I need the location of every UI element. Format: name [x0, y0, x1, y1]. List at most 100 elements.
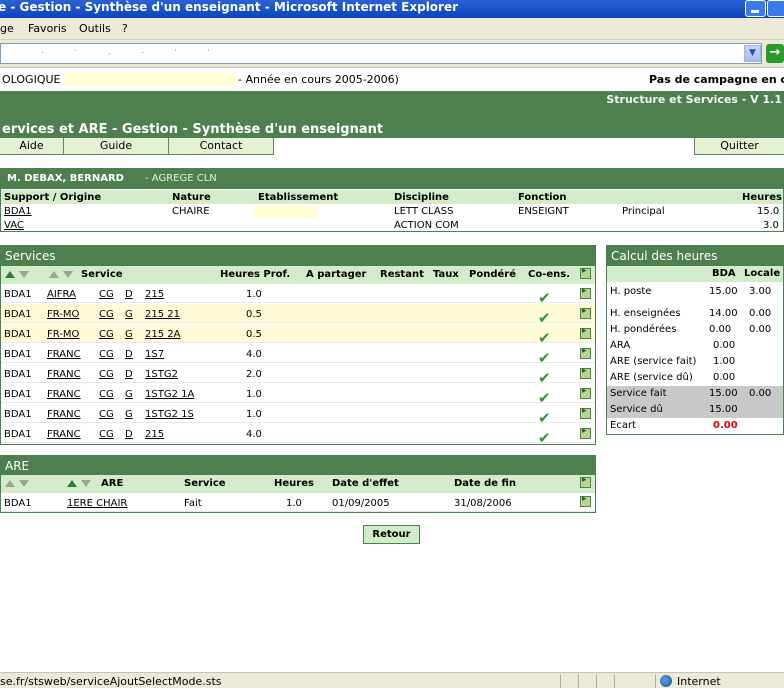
- retour-button[interactable]: Retour: [363, 525, 420, 544]
- service-group-link[interactable]: CG: [99, 369, 114, 380]
- calc-locale: 0.00: [749, 388, 772, 399]
- edit-service-icon[interactable]: [580, 306, 591, 319]
- calc-row: ARE (service fait) 1.00: [607, 354, 783, 370]
- service-class-link[interactable]: 215 2A: [145, 329, 180, 340]
- teacher-table-header: Support / Origine Nature Etablissement D…: [1, 190, 783, 204]
- service-code-link[interactable]: FRANC: [47, 349, 81, 360]
- status-zone: Internet: [677, 675, 721, 688]
- app-version: Structure et Services - V 1.1: [606, 93, 782, 106]
- edit-service-icon[interactable]: [580, 366, 591, 379]
- service-bda: BDA1: [4, 369, 32, 380]
- address-input[interactable]: .·ˏ.·· ▼: [0, 43, 762, 64]
- sort-desc-icon[interactable]: [81, 480, 91, 487]
- maximize-button[interactable]: [767, 0, 784, 17]
- edit-service-icon[interactable]: [580, 286, 591, 299]
- service-group-link[interactable]: CG: [99, 349, 114, 360]
- teacher-grade: - AGREGE CLN: [145, 173, 217, 184]
- teacher-support-link-vac[interactable]: VAC: [4, 220, 24, 231]
- service-code-link[interactable]: AIFRA: [47, 289, 76, 300]
- menu-help[interactable]: ?: [122, 22, 128, 35]
- service-class-link[interactable]: 1STG2: [145, 369, 178, 380]
- service-type-link[interactable]: G: [125, 309, 133, 320]
- service-row: BDA1 AIFRA CG D 215 1.0 ✔: [1, 284, 595, 307]
- col-discipline: Discipline: [394, 192, 449, 203]
- service-group-link[interactable]: CG: [99, 329, 114, 340]
- service-bda: BDA1: [4, 329, 32, 340]
- service-row: BDA1 FR-MO CG G 215 21 0.5 ✔: [1, 304, 595, 327]
- sort-asc-icon[interactable]: [5, 271, 15, 278]
- service-type-link[interactable]: D: [125, 349, 133, 360]
- service-group-link[interactable]: CG: [99, 389, 114, 400]
- service-class-link[interactable]: 215: [145, 289, 164, 300]
- service-group-link[interactable]: CG: [99, 289, 114, 300]
- nav-contact[interactable]: Contact: [168, 138, 274, 155]
- edit-service-icon[interactable]: [580, 386, 591, 399]
- nav-guide[interactable]: Guide: [63, 138, 169, 155]
- service-type-link[interactable]: D: [125, 289, 133, 300]
- are-title: ARE: [1, 456, 595, 476]
- menu-affichage[interactable]: ge: [0, 22, 14, 35]
- window-title: e - Gestion - Synthèse d'un enseignant -…: [0, 0, 459, 14]
- edit-service-icon[interactable]: [580, 406, 591, 419]
- service-type-link[interactable]: G: [125, 409, 133, 420]
- sort-desc-icon[interactable]: [19, 271, 29, 278]
- calc-row: H. enseignées 14.00 0.00: [607, 306, 783, 322]
- address-dropdown-button[interactable]: ▼: [744, 45, 761, 62]
- add-are-icon[interactable]: [580, 475, 591, 488]
- teacher-support-link[interactable]: BDA1: [4, 206, 32, 217]
- calc-header: BDA Locale: [607, 266, 783, 282]
- nav-aide[interactable]: Aide: [0, 138, 64, 155]
- edit-are-icon[interactable]: [580, 494, 591, 507]
- service-type-link[interactable]: G: [125, 389, 133, 400]
- service-group-link[interactable]: CG: [99, 429, 114, 440]
- app-header: Structure et Services - V 1.1 ervices et…: [0, 91, 784, 138]
- service-class-link[interactable]: 1STG2 1S: [145, 409, 194, 420]
- sort-desc-icon[interactable]: [19, 480, 29, 487]
- service-code-link[interactable]: FR-MO: [47, 329, 79, 340]
- service-code-link[interactable]: FRANC: [47, 369, 81, 380]
- are-service: Fait: [184, 498, 202, 509]
- menu-favoris[interactable]: Favoris: [28, 22, 67, 35]
- service-group-link[interactable]: CG: [99, 409, 114, 420]
- service-code-link[interactable]: FRANC: [47, 389, 81, 400]
- service-code-link[interactable]: FRANC: [47, 409, 81, 420]
- edit-service-icon[interactable]: [580, 426, 591, 439]
- edit-service-icon[interactable]: [580, 346, 591, 359]
- minimize-button[interactable]: [745, 0, 766, 17]
- service-bda: BDA1: [4, 349, 32, 360]
- service-type-link[interactable]: D: [125, 369, 133, 380]
- service-class-link[interactable]: 1S7: [145, 349, 164, 360]
- service-code-link[interactable]: FRANC: [47, 429, 81, 440]
- sort-asc-icon[interactable]: [49, 271, 59, 278]
- service-row: BDA1 FR-MO CG G 215 2A 0.5 ✔: [1, 324, 595, 347]
- services-title: Services: [1, 246, 595, 266]
- service-class-link[interactable]: 1STG2 1A: [145, 389, 194, 400]
- calc-title: Calcul des heures: [607, 246, 783, 266]
- col-co-ens: Co-ens.: [528, 269, 571, 280]
- service-group-link[interactable]: CG: [99, 309, 114, 320]
- sort-asc-icon[interactable]: [5, 480, 15, 487]
- service-type-link[interactable]: D: [125, 429, 133, 440]
- sort-asc-icon[interactable]: [67, 480, 77, 487]
- service-type-link[interactable]: G: [125, 329, 133, 340]
- are-link[interactable]: 1ERE CHAIR: [67, 498, 127, 509]
- col-locale: Locale: [744, 268, 781, 279]
- window-titlebar: e - Gestion - Synthèse d'un enseignant -…: [0, 0, 784, 18]
- service-row: BDA1 FRANC CG D 215 4.0 ✔: [1, 424, 595, 447]
- sort-desc-icon[interactable]: [63, 271, 73, 278]
- menu-outils[interactable]: Outils: [79, 22, 111, 35]
- add-service-icon[interactable]: [580, 266, 591, 279]
- service-class-link[interactable]: 215 21: [145, 309, 180, 320]
- service-class-link[interactable]: 215: [145, 429, 164, 440]
- are-heures: 1.0: [286, 498, 302, 509]
- service-code-link[interactable]: FR-MO: [47, 309, 79, 320]
- calc-label: H. poste: [610, 286, 652, 297]
- nav-quitter[interactable]: Quitter: [694, 138, 784, 155]
- calc-label: H. enseignées: [610, 308, 681, 319]
- go-arrow-icon[interactable]: →: [766, 44, 784, 63]
- calc-label: ARE (service fait): [610, 356, 697, 367]
- status-url: se.fr/stsweb/serviceAjoutSelectMode.sts: [0, 675, 222, 688]
- edit-service-icon[interactable]: [580, 326, 591, 339]
- are-date-fin: 31/08/2006: [454, 498, 512, 509]
- col-date-fin: Date de fin: [454, 478, 517, 489]
